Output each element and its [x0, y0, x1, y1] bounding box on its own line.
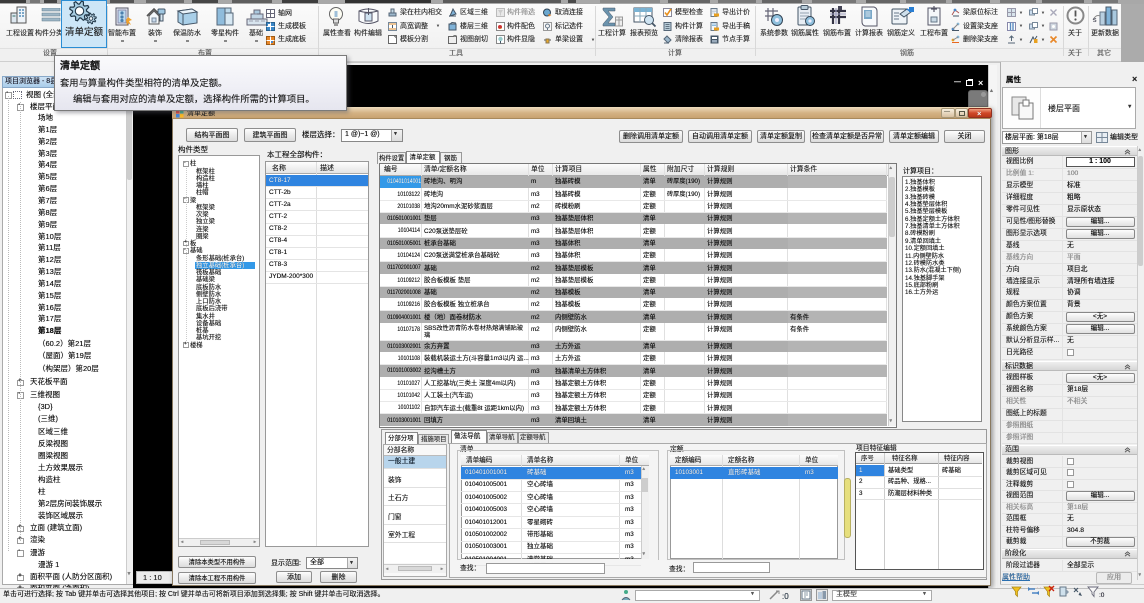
- svg-text::0: :0: [782, 592, 789, 601]
- svg-text:s: s: [1093, 17, 1097, 24]
- svg-text::0: :0: [1099, 592, 1105, 599]
